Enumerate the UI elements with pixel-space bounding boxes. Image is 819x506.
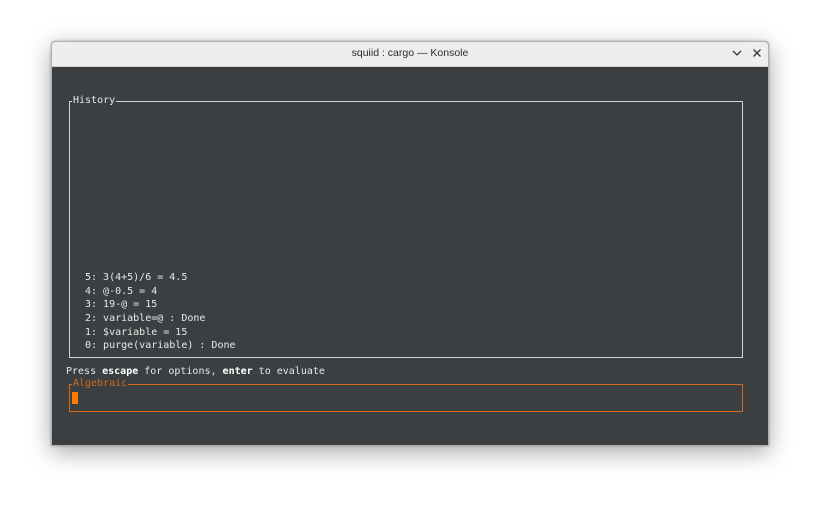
history-entry: 3: 19-@ = 15	[85, 299, 158, 311]
history-entry: 2: variable=@ : Done	[85, 313, 206, 325]
help-hint: Press escape for options, enter to evalu…	[66, 366, 325, 378]
history-entry: 0: purge(variable) : Done	[85, 340, 236, 352]
hint-key-escape: escape	[102, 366, 139, 377]
close-button[interactable]	[748, 44, 766, 62]
minimize-button[interactable]	[728, 44, 746, 62]
hint-prefix: Press	[66, 366, 103, 377]
terminal-area[interactable]: History 5: 3(4+5)/6 = 4.5 4: @-0.5 = 4 3…	[52, 67, 768, 445]
hint-middle: for options,	[138, 366, 223, 377]
algebraic-title: Algebraic	[72, 378, 129, 390]
history-entry: 4: @-0.5 = 4	[85, 285, 158, 297]
history-entry: 5: 3(4+5)/6 = 4.5	[85, 272, 188, 283]
chevron-down-icon	[732, 50, 742, 56]
history-entry: 1: $variable = 15	[85, 326, 188, 338]
expression-input[interactable]	[72, 392, 732, 404]
hint-suffix: to evaluate	[252, 366, 325, 377]
history-title: History	[72, 95, 117, 107]
window-title: squiid : cargo — Konsole	[351, 47, 469, 59]
close-icon	[753, 49, 761, 57]
history-list: 5: 3(4+5)/6 = 4.5 4: @-0.5 = 4 3: 19-@ =…	[85, 271, 236, 353]
algebraic-input-panel[interactable]: Algebraic	[69, 378, 743, 412]
history-panel: History 5: 3(4+5)/6 = 4.5 4: @-0.5 = 4 3…	[69, 95, 743, 358]
konsole-window: squiid : cargo — Konsole History 5: 3(4+…	[51, 41, 769, 446]
title-bar[interactable]: squiid : cargo — Konsole	[52, 42, 768, 67]
hint-key-enter: enter	[222, 366, 253, 377]
text-cursor	[72, 392, 78, 404]
